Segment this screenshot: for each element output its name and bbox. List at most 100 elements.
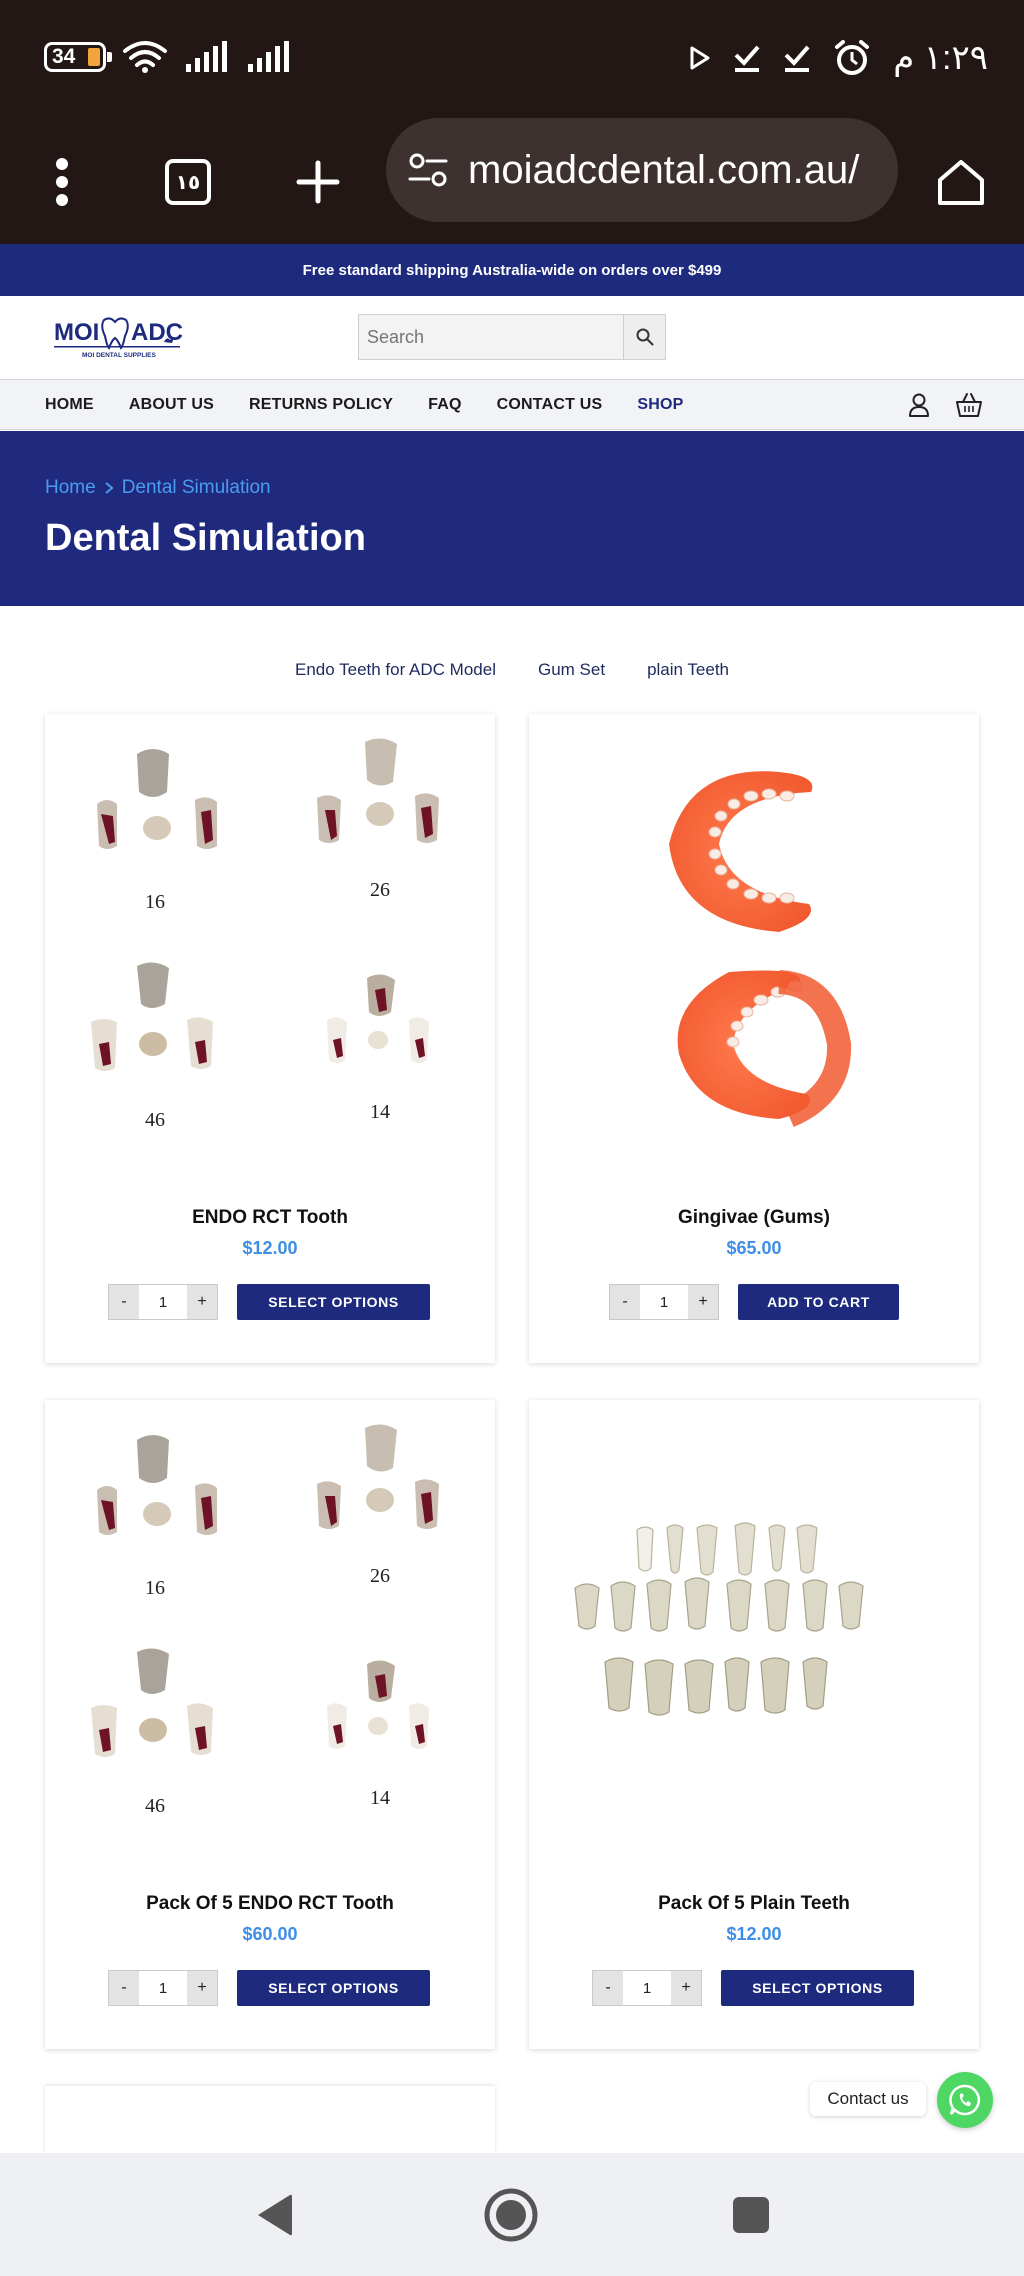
- more-menu-icon[interactable]: [22, 142, 102, 222]
- promo-text: Free standard shipping Australia-wide on…: [302, 261, 722, 279]
- contact-us-pill[interactable]: Contact us: [810, 2082, 926, 2116]
- signal-icon: [186, 41, 227, 72]
- qty-plus-button[interactable]: +: [187, 1285, 217, 1319]
- alarm-icon: [835, 40, 870, 75]
- product-name[interactable]: Pack Of 5 Plain Teeth: [529, 1893, 979, 1915]
- tab-switcher-button[interactable]: ١٥: [148, 142, 228, 222]
- product-price: $12.00: [242, 1238, 298, 1258]
- product-price: $65.00: [726, 1238, 782, 1258]
- tooth-label-16: 16: [145, 891, 165, 913]
- svg-text:MOI: MOI: [54, 319, 99, 346]
- select-options-button[interactable]: SELECT OPTIONS: [237, 1284, 430, 1320]
- breadcrumb-home[interactable]: Home: [45, 477, 96, 499]
- check-icon: [734, 45, 760, 72]
- product-card: 16 26 46 14 ENDO RCT Tooth $12.00 - 1 + …: [45, 714, 495, 1363]
- nav-item-returns[interactable]: RETURNS POLICY: [249, 396, 393, 414]
- promo-bar: Free standard shipping Australia-wide on…: [0, 244, 1024, 296]
- add-to-cart-button[interactable]: ADD TO CART: [738, 1284, 899, 1320]
- product-price: $12.00: [726, 1924, 782, 1944]
- breadcrumb-current[interactable]: Dental Simulation: [122, 477, 271, 499]
- qty-minus-button[interactable]: -: [109, 1285, 139, 1319]
- product-image-endo-rct[interactable]: 16 26 46 14: [45, 714, 495, 1184]
- search-input[interactable]: [359, 315, 623, 359]
- product-name[interactable]: Gingivae (Gums): [529, 1207, 979, 1229]
- qty-minus-button[interactable]: -: [109, 1971, 139, 2005]
- product-card: Gingivae (Gums) $65.00 - 1 + ADD TO CART: [529, 714, 979, 1363]
- whatsapp-button[interactable]: [937, 2072, 993, 2128]
- category-plain-teeth[interactable]: plain Teeth: [647, 660, 729, 680]
- quantity-stepper: - 1 +: [609, 1284, 719, 1320]
- product-image-endo-rct-pack[interactable]: 16 26 46 14: [45, 1400, 495, 1870]
- site-header: MOI ADC MOI DENTAL SUPPLIES: [0, 296, 1024, 380]
- tab-count: ١٥: [165, 159, 211, 205]
- product-image-gums[interactable]: [529, 714, 979, 1184]
- home-nav-icon[interactable]: [479, 2183, 543, 2247]
- select-options-button[interactable]: SELECT OPTIONS: [237, 1970, 430, 2006]
- qty-plus-button[interactable]: +: [688, 1285, 718, 1319]
- search-button[interactable]: [623, 315, 665, 359]
- quantity-stepper: - 1 +: [592, 1970, 702, 2006]
- tooth-label-14: 14: [370, 1101, 390, 1123]
- svg-text:ADC: ADC: [131, 319, 183, 346]
- nav-item-contact[interactable]: CONTACT US: [497, 396, 603, 414]
- clock: ١:٢٩ م: [893, 39, 988, 77]
- wifi-icon: [123, 41, 167, 73]
- breadcrumb: Home Dental Simulation: [45, 477, 271, 499]
- address-bar[interactable]: moiadcdental.com.au/: [386, 118, 898, 222]
- category-endo-teeth[interactable]: Endo Teeth for ADC Model: [295, 660, 496, 680]
- quantity-stepper: - 1 +: [108, 1284, 218, 1320]
- qty-plus-button[interactable]: +: [671, 1971, 701, 2005]
- tooth-label-14: 14: [370, 1787, 390, 1809]
- nav-items: HOME ABOUT US RETURNS POLICY FAQ CONTACT…: [45, 380, 683, 430]
- svg-text:MOI DENTAL SUPPLIES: MOI DENTAL SUPPLIES: [82, 352, 156, 359]
- basket-icon[interactable]: [954, 390, 984, 420]
- site-logo[interactable]: MOI ADC MOI DENTAL SUPPLIES: [52, 310, 186, 362]
- play-store-icon: [690, 46, 710, 70]
- check-icon-2: [784, 45, 810, 72]
- tooth-label-16: 16: [145, 1577, 165, 1599]
- page-title: Dental Simulation: [45, 517, 366, 559]
- product-image-plain-teeth[interactable]: [529, 1400, 979, 1870]
- product-name[interactable]: Pack Of 5 ENDO RCT Tooth: [45, 1893, 495, 1915]
- system-nav-bar: [0, 2153, 1024, 2276]
- tooth-label-46: 46: [145, 1109, 165, 1131]
- qty-minus-button[interactable]: -: [610, 1285, 640, 1319]
- new-tab-icon[interactable]: [278, 142, 358, 222]
- main-nav: HOME ABOUT US RETURNS POLICY FAQ CONTACT…: [0, 380, 1024, 430]
- qty-minus-button[interactable]: -: [593, 1971, 623, 2005]
- quantity-stepper: - 1 +: [108, 1970, 218, 2006]
- back-icon[interactable]: [242, 2183, 306, 2247]
- nav-item-home[interactable]: HOME: [45, 396, 94, 414]
- nav-item-faq[interactable]: FAQ: [428, 396, 462, 414]
- product-card-partial: [45, 2086, 495, 2153]
- page-hero: Home Dental Simulation Dental Simulation: [0, 431, 1024, 606]
- product-card: Pack Of 5 Plain Teeth $12.00 - 1 + SELEC…: [529, 1400, 979, 2049]
- status-left-group: 34: [44, 40, 292, 74]
- home-icon[interactable]: [921, 142, 1001, 222]
- nav-item-about[interactable]: ABOUT US: [129, 396, 214, 414]
- product-card: 16 26 46 14 Pack Of 5 ENDO RCT Tooth $60…: [45, 1400, 495, 2049]
- search-icon: [636, 328, 653, 346]
- status-bar: 34 ١:٢٩ م: [0, 0, 1024, 120]
- product-price: $60.00: [242, 1924, 298, 1944]
- product-name[interactable]: ENDO RCT Tooth: [45, 1207, 495, 1229]
- battery-icon: 34: [44, 42, 112, 72]
- nav-item-shop[interactable]: SHOP: [637, 396, 683, 414]
- qty-value[interactable]: 1: [139, 1971, 187, 2005]
- tooth-label-46: 46: [145, 1795, 165, 1817]
- signal-icon-2: [248, 41, 289, 72]
- account-icon[interactable]: [904, 390, 934, 420]
- chevron-right-icon: [105, 482, 114, 494]
- qty-value[interactable]: 1: [623, 1971, 671, 2005]
- qty-plus-button[interactable]: +: [187, 1971, 217, 2005]
- site-settings-icon[interactable]: [408, 152, 448, 188]
- recents-icon[interactable]: [719, 2183, 783, 2247]
- battery-level: 34: [52, 45, 76, 68]
- qty-value[interactable]: 1: [640, 1285, 688, 1319]
- select-options-button[interactable]: SELECT OPTIONS: [721, 1970, 914, 2006]
- category-filters: Endo Teeth for ADC Model Gum Set plain T…: [0, 660, 1024, 680]
- category-gum-set[interactable]: Gum Set: [538, 660, 605, 680]
- tooth-label-26: 26: [370, 1565, 390, 1587]
- search-bar: [358, 314, 666, 360]
- qty-value[interactable]: 1: [139, 1285, 187, 1319]
